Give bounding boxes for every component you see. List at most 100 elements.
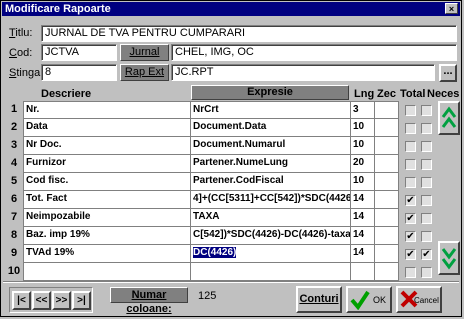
nav-prev-button[interactable]: << bbox=[32, 291, 51, 310]
nav-last-button[interactable]: >| bbox=[72, 291, 91, 310]
cell-descriere[interactable]: Baz. imp 19% bbox=[23, 227, 191, 245]
checkbox-neces[interactable] bbox=[421, 231, 432, 242]
cell-zec[interactable] bbox=[375, 209, 399, 227]
cell-descriere[interactable]: Neimpozabile bbox=[23, 209, 191, 227]
cell-lng[interactable]: 14 bbox=[351, 209, 375, 227]
cell-lng[interactable]: 14 bbox=[351, 245, 375, 263]
cell-expresie-text: 4]+(CC[5311]+CC[542])*SDC(4426) bbox=[193, 193, 351, 204]
titlu-label-rest: itlu: bbox=[15, 27, 33, 39]
cell-descriere[interactable]: Tot. Fact bbox=[23, 191, 191, 209]
cell-descriere[interactable]: Data bbox=[23, 119, 191, 137]
cell-descriere[interactable]: Nr Doc. bbox=[23, 137, 191, 155]
cell-expresie[interactable]: Partener.NumeLung bbox=[191, 155, 351, 173]
cell-expresie-text: Partener.NumeLung bbox=[193, 157, 289, 168]
checkbox-neces[interactable] bbox=[421, 159, 432, 170]
cell-descriere[interactable] bbox=[23, 263, 191, 281]
cell-expresie[interactable] bbox=[191, 263, 351, 281]
cancel-button[interactable]: Cancel bbox=[396, 286, 442, 313]
cell-lng[interactable]: 10 bbox=[351, 173, 375, 191]
header-expresie[interactable]: Expresie bbox=[191, 85, 349, 100]
cell-expresie[interactable]: NrCrt bbox=[191, 101, 351, 119]
checkbox-total[interactable] bbox=[405, 177, 416, 188]
close-button[interactable]: × bbox=[445, 3, 458, 14]
checkbox-total[interactable]: ✔ bbox=[405, 195, 416, 206]
ok-button-label: OK bbox=[373, 295, 387, 305]
checkbox-total[interactable]: ✔ bbox=[405, 231, 416, 242]
checkbox-total[interactable] bbox=[405, 159, 416, 170]
numar-coloane-value: 125 bbox=[198, 290, 217, 302]
titlu-label: Titlu: bbox=[9, 27, 33, 39]
cell-zec[interactable] bbox=[375, 173, 399, 191]
checkbox-total[interactable] bbox=[405, 141, 416, 152]
cell-zec[interactable] bbox=[375, 245, 399, 263]
cell-expresie[interactable]: DC(4426) bbox=[191, 245, 351, 263]
cell-lng[interactable] bbox=[351, 263, 375, 281]
nav-next-button[interactable]: >> bbox=[52, 291, 71, 310]
checkbox-neces[interactable] bbox=[421, 141, 432, 152]
cell-lng[interactable]: 20 bbox=[351, 155, 375, 173]
cell-zec[interactable] bbox=[375, 263, 399, 281]
checkbox-total[interactable]: ✔ bbox=[405, 249, 416, 260]
cancel-button-label: Cancel bbox=[414, 296, 439, 305]
row-number: 6 bbox=[10, 193, 18, 205]
ok-button[interactable]: OK bbox=[346, 286, 392, 313]
cell-expresie[interactable]: Partener.CodFiscal bbox=[191, 173, 351, 191]
cell-expresie[interactable]: Document.Data bbox=[191, 119, 351, 137]
checkbox-total[interactable] bbox=[405, 105, 416, 116]
cell-descriere[interactable]: Nr. bbox=[23, 101, 191, 119]
rap-ext-button[interactable]: Rap Ext bbox=[120, 64, 169, 81]
checkbox-total[interactable]: ✔ bbox=[405, 213, 416, 224]
checkbox-total[interactable] bbox=[405, 123, 416, 134]
rap-ext-button-label: Rap Ext bbox=[124, 66, 165, 78]
scroll-down-button[interactable] bbox=[438, 241, 460, 275]
cell-lng[interactable]: 10 bbox=[351, 137, 375, 155]
cell-lng[interactable]: 14 bbox=[351, 227, 375, 245]
double-chevron-down-icon bbox=[441, 248, 457, 270]
cell-zec[interactable] bbox=[375, 191, 399, 209]
cell-lng[interactable]: 14 bbox=[351, 191, 375, 209]
cell-expresie[interactable]: Document.Numarul bbox=[191, 137, 351, 155]
titlu-input[interactable]: JURNAL DE TVA PENTRU CUMPARARI bbox=[41, 25, 457, 42]
checkbox-neces[interactable] bbox=[421, 195, 432, 206]
header-descriere: Descriere bbox=[41, 88, 92, 100]
checkbox-neces[interactable] bbox=[421, 105, 432, 116]
cell-zec[interactable] bbox=[375, 227, 399, 245]
numar-coloane-label-text: Numar coloane: bbox=[126, 289, 172, 315]
cell-lng[interactable]: 10 bbox=[351, 119, 375, 137]
header-lng: Lng bbox=[354, 88, 375, 100]
jurnal-button[interactable]: Jurnal bbox=[120, 44, 169, 61]
cod-input[interactable]: JCTVA bbox=[41, 44, 117, 61]
checkbox-neces[interactable] bbox=[421, 267, 432, 278]
row-number: 1 bbox=[10, 103, 18, 115]
rap-ext-input[interactable]: JC.RPT bbox=[171, 64, 435, 81]
cell-descriere[interactable]: Furnizor bbox=[23, 155, 191, 173]
cell-descriere[interactable]: TVAd 19% bbox=[23, 245, 191, 263]
checkbox-neces[interactable] bbox=[421, 123, 432, 134]
checkbox-neces[interactable]: ✔ bbox=[421, 249, 432, 260]
checkbox-neces[interactable] bbox=[421, 213, 432, 224]
cell-zec[interactable] bbox=[375, 155, 399, 173]
nav-first-button[interactable]: |< bbox=[12, 291, 31, 310]
check-icon bbox=[350, 290, 370, 310]
conturi-button-label: Conturi bbox=[299, 293, 339, 305]
checkbox-neces[interactable] bbox=[421, 177, 432, 188]
cell-zec[interactable] bbox=[375, 101, 399, 119]
cell-zec[interactable] bbox=[375, 137, 399, 155]
cell-expresie[interactable]: 4]+(CC[5311]+CC[542])*SDC(4426) bbox=[191, 191, 351, 209]
cell-expresie[interactable]: C[542])*SDC(4426)-DC(4426)-taxa bbox=[191, 227, 351, 245]
cell-lng[interactable]: 3 bbox=[351, 101, 375, 119]
cell-zec[interactable] bbox=[375, 119, 399, 137]
cell-expresie[interactable]: TAXA bbox=[191, 209, 351, 227]
row-number: 10 bbox=[7, 265, 21, 277]
conturi-button[interactable]: Conturi bbox=[296, 286, 342, 313]
jurnal-input[interactable]: CHEL, IMG, OC bbox=[171, 44, 457, 61]
row-number: 5 bbox=[10, 175, 18, 187]
cell-descriere[interactable]: Cod fisc. bbox=[23, 173, 191, 191]
browse-button[interactable]: ... bbox=[439, 64, 457, 82]
row-number: 7 bbox=[10, 211, 18, 223]
double-chevron-up-icon bbox=[441, 106, 457, 128]
checkbox-total[interactable] bbox=[405, 267, 416, 278]
header-total: Total bbox=[400, 88, 426, 100]
scroll-up-button[interactable] bbox=[438, 101, 460, 135]
stinga-input[interactable]: 8 bbox=[41, 64, 117, 81]
